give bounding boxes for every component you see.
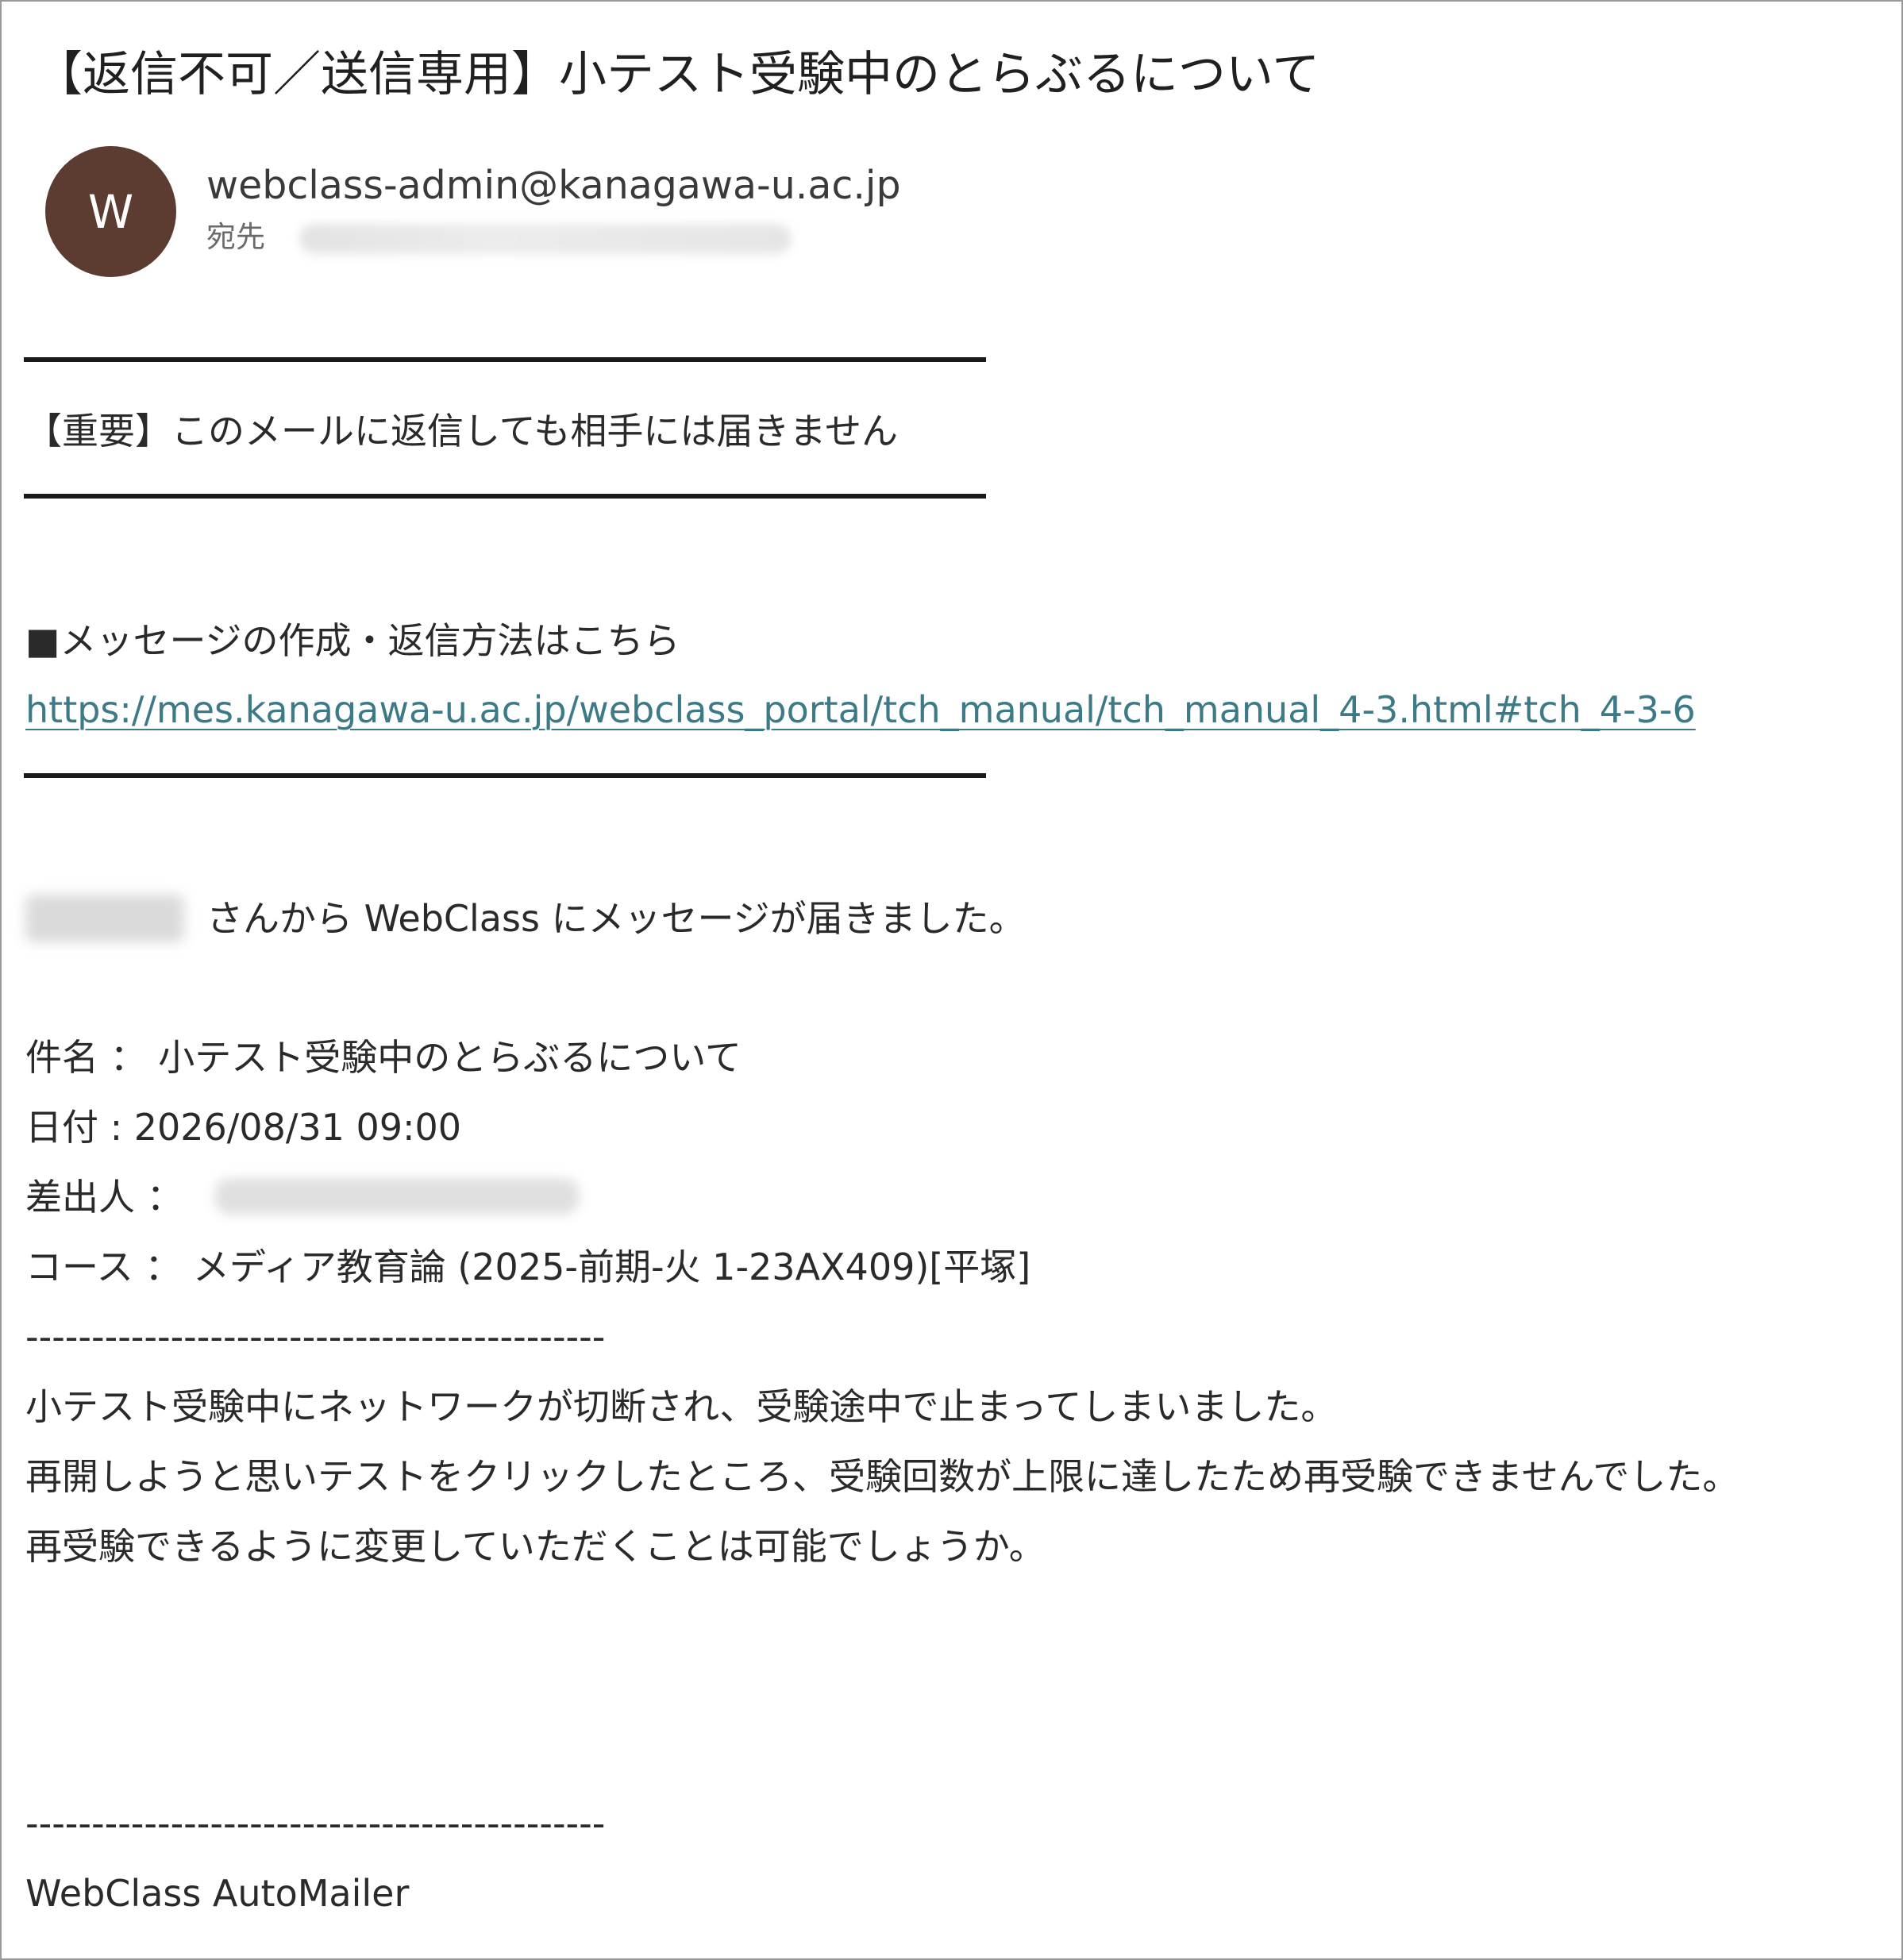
message-text-line: 小テスト受験中にネットワークが切断され、受験途中で止まってしまいました。 xyxy=(25,1385,1338,1428)
important-notice: 【重要】このメールに返信しても相手には届きません xyxy=(25,410,898,452)
message-course-line: コース ： メディア教育論 (2025-前期-火 1-23AX409)[平塚] xyxy=(25,1246,1031,1288)
help-manual-link[interactable]: https://mes.kanagawa-u.ac.jp/webclass_po… xyxy=(25,686,1696,734)
how-to-heading: ■メッセージの作成・返信方法はこちら xyxy=(25,619,680,662)
signature: WebClass AutoMailer xyxy=(25,1872,410,1915)
from-redacted xyxy=(214,1178,580,1215)
message-date-line: 日付 : 2026/08/31 09:00 xyxy=(25,1106,462,1149)
recipient-label: 宛先 xyxy=(206,220,265,254)
recipient-redacted xyxy=(299,224,792,254)
divider-top xyxy=(24,357,986,362)
email-subject: 【返信不可／送信専用】小テスト受験中のとらぶるについて xyxy=(35,47,1320,102)
divider-bottom xyxy=(24,773,986,778)
sender-avatar[interactable]: W xyxy=(45,146,176,277)
separator-line: ----------------------------------------… xyxy=(25,1315,606,1358)
separator-line: ----------------------------------------… xyxy=(25,1802,606,1845)
message-subject-line: 件名 ： 小テスト受験中のとらぶるについて xyxy=(25,1036,742,1079)
student-name-redacted xyxy=(25,895,184,942)
received-notice: さんから WebClass にメッセージが届きました。 xyxy=(206,897,1026,940)
sender-address[interactable]: webclass-admin@kanagawa-u.ac.jp xyxy=(206,160,901,211)
message-text-line: 再受験できるように変更していただくことは可能でしょうか。 xyxy=(25,1525,1046,1568)
avatar-initial: W xyxy=(87,184,134,239)
email-view: 【返信不可／送信専用】小テスト受験中のとらぶるについて W webclass-a… xyxy=(0,0,1903,1960)
message-from-line: 差出人 ： xyxy=(25,1176,183,1219)
divider-middle xyxy=(24,494,986,499)
message-text-line: 再開しようと思いテストをクリックしたところ、受験回数が上限に達したため再受験でき… xyxy=(25,1455,1739,1498)
